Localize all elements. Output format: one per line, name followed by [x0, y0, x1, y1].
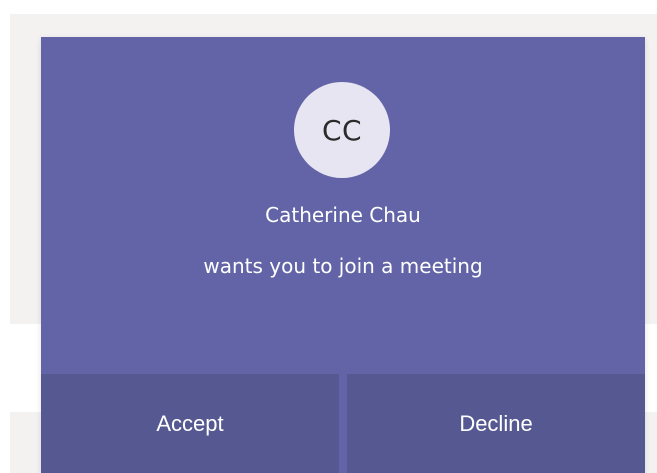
toast-actions: Accept Decline	[41, 374, 645, 473]
decline-button[interactable]: Decline	[347, 374, 645, 473]
accept-button[interactable]: Accept	[41, 374, 347, 473]
caller-avatar: CC	[294, 82, 390, 178]
avatar-initials: CC	[321, 113, 363, 147]
incoming-meeting-toast: CC Catherine Chau wants you to join a me…	[41, 37, 645, 473]
caller-name: Catherine Chau	[265, 203, 421, 227]
invite-message: wants you to join a meeting	[203, 254, 483, 278]
